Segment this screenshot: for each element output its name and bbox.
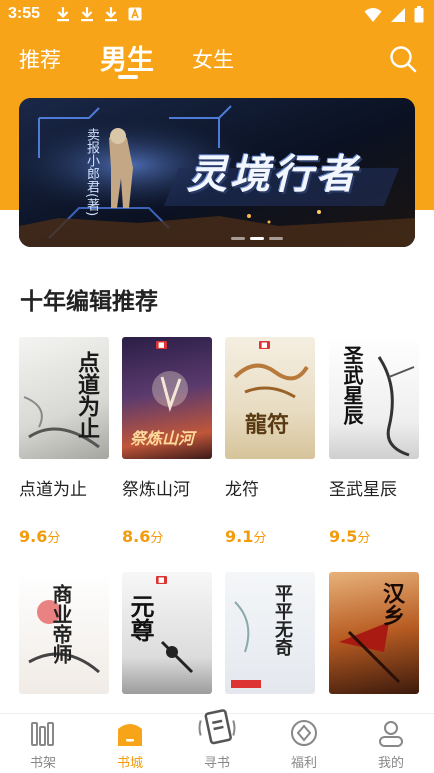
score-unit: 分 (253, 531, 267, 546)
book-score: 9.1分 (225, 527, 266, 546)
banner-author: 卖报小郎君(著) (84, 128, 99, 217)
book-cover: ■ 元尊 (122, 572, 212, 694)
bookstore-icon (118, 724, 142, 746)
book-cover-title: 点道为止 (74, 351, 100, 439)
search-button[interactable] (388, 44, 418, 74)
book-cover: ■ 祭炼山河 (122, 337, 212, 459)
tab-female[interactable]: 女生 (192, 44, 234, 74)
score-value: 9.6 (19, 527, 48, 546)
signal-icon (391, 7, 405, 22)
download-icon (81, 7, 93, 22)
bottom-nav-profile[interactable]: 我的 (348, 714, 434, 773)
book-cover: ■ 龍符 (225, 337, 315, 459)
book-cover: 商业帝师 (19, 572, 109, 694)
bottom-nav-label: 我的 (377, 756, 404, 771)
book-score: 9.6分 (19, 527, 60, 546)
book-cover-title: 汉乡 (379, 582, 405, 626)
bottom-nav-bookshelf[interactable]: 书架 (0, 714, 86, 773)
bottom-nav-label: 书架 (29, 756, 56, 771)
bottom-nav-find-book[interactable]: 寻书 (174, 709, 260, 773)
active-tab-indicator (118, 75, 138, 79)
find-book-icon (198, 709, 236, 745)
book-cover-title: 商业帝师 (49, 584, 73, 664)
search-icon (390, 46, 417, 73)
bottom-nav-bookstore[interactable]: 书城 (87, 714, 173, 773)
bookshelf-icon (31, 722, 54, 746)
book-title: 圣武星辰 (329, 480, 397, 500)
book-cover: 点道为止 (19, 337, 109, 459)
banner-dot-active (250, 237, 264, 240)
book-cover-title: 祭炼山河 (130, 429, 195, 448)
banner-pagination (231, 237, 283, 240)
font-app-icon (128, 7, 142, 21)
bottom-nav: 书架 书城 寻书 福利 我的 (0, 709, 434, 773)
banner-dot (269, 237, 283, 240)
book-score: 9.5分 (329, 527, 370, 546)
book-cover-title: 元尊 (126, 594, 155, 642)
book-title: 祭炼山河 (122, 480, 190, 500)
score-value: 9.5 (329, 527, 358, 546)
profile-icon (379, 721, 403, 747)
promo-banner[interactable]: 卖报小郎君(著) 灵境行者 (19, 98, 415, 247)
book-title: 龙符 (225, 480, 259, 500)
book-cover: 平平无奇 (225, 572, 315, 694)
download-icon (105, 7, 117, 22)
wifi-icon (364, 7, 382, 22)
book-score: 8.6分 (122, 527, 163, 546)
notification-icons (56, 6, 142, 22)
bottom-nav-welfare[interactable]: 福利 (261, 714, 347, 773)
bottom-nav-label: 福利 (290, 756, 317, 771)
banner-dot (231, 237, 245, 240)
book-cover-title: 平平无奇 (272, 584, 293, 656)
book-title: 点道为止 (19, 480, 87, 500)
banner-title: 灵境行者 (187, 152, 359, 198)
score-value: 9.1 (225, 527, 254, 546)
bottom-nav-label: 寻书 (203, 756, 230, 771)
tab-recommend[interactable]: 推荐 (19, 44, 61, 74)
download-icon (57, 7, 69, 22)
status-bar: 3:55 (0, 0, 434, 30)
score-value: 8.6 (122, 527, 151, 546)
bottom-nav-label: 书城 (116, 756, 143, 771)
welfare-icon (291, 720, 317, 746)
score-unit: 分 (150, 531, 164, 546)
section-title: 十年编辑推荐 (20, 289, 158, 315)
system-icons (364, 6, 424, 23)
book-cover-title: 龍符 (245, 412, 290, 438)
status-time: 3:55 (8, 5, 41, 22)
score-unit: 分 (47, 531, 61, 546)
top-category-nav: 推荐 男生 女生 (0, 36, 434, 86)
book-cover: 圣武星辰 (329, 337, 419, 459)
tab-male[interactable]: 男生 (100, 38, 154, 77)
battery-icon (414, 6, 424, 23)
book-cover-title: 圣武星辰 (340, 345, 364, 425)
book-cover: 汉乡 (329, 572, 419, 694)
score-unit: 分 (357, 531, 371, 546)
